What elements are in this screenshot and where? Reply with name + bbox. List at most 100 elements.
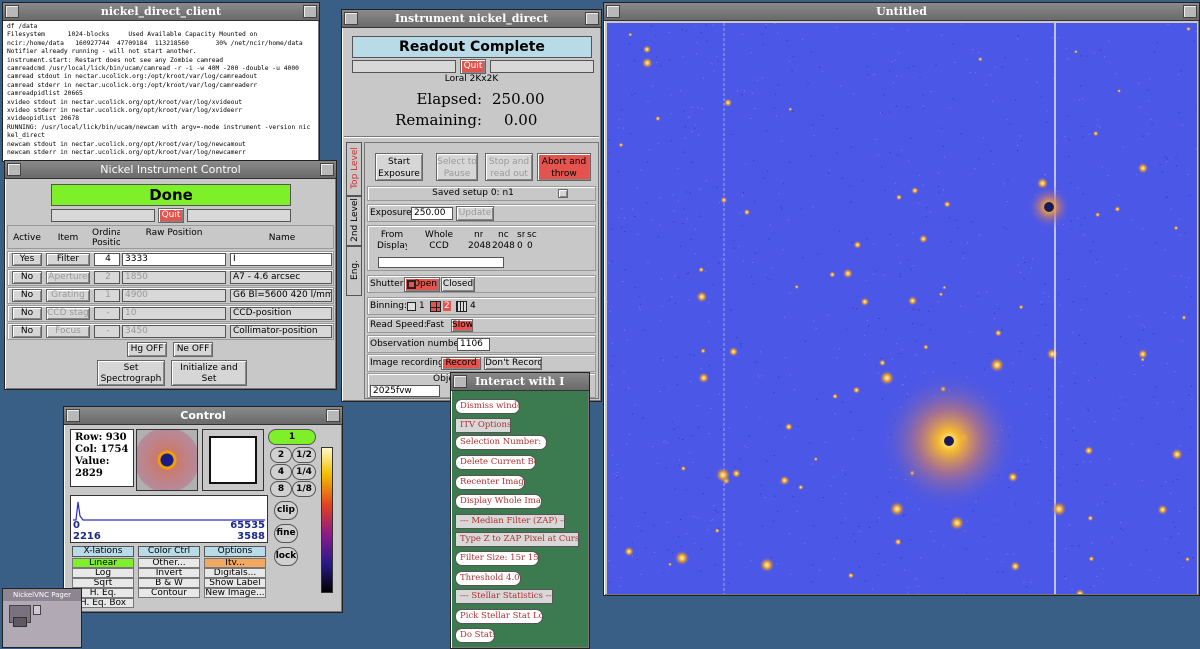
pager-window-thumb[interactable]: [13, 617, 27, 627]
ordinal-position-field[interactable]: -: [94, 325, 120, 338]
interact-titlebar[interactable]: Interact with I: [451, 373, 589, 391]
zoom-eighth-button[interactable]: 1/8: [292, 481, 316, 497]
ordinal-position-field[interactable]: -: [94, 307, 120, 320]
interact-menu-item[interactable]: Dismiss window: [455, 399, 520, 414]
terminal-titlebar[interactable]: nickel_direct_client: [3, 3, 319, 21]
zoom-preview[interactable]: [136, 429, 198, 491]
stop-and-readout-button[interactable]: Stop and read out: [485, 153, 533, 181]
options-item[interactable]: Show Label: [204, 578, 266, 588]
interact-menu-item[interactable]: Threshold 4.0: [455, 571, 521, 586]
inst-quit-button[interactable]: Quit: [460, 59, 486, 74]
interact-menu-item[interactable]: Filter Size: 15r 15c: [455, 551, 539, 566]
pan-preview[interactable]: [202, 429, 264, 491]
tab-eng[interactable]: Eng.: [346, 246, 362, 296]
active-toggle[interactable]: No: [12, 271, 42, 284]
colorctrl-item[interactable]: Other...: [138, 558, 200, 568]
object-input[interactable]: 2025fvw: [370, 385, 440, 397]
minimize-icon[interactable]: [66, 409, 80, 422]
maximize-icon[interactable]: [326, 409, 340, 422]
colorctrl-item[interactable]: B & W: [138, 578, 200, 588]
colorctrl-header[interactable]: Color Ctrl: [138, 546, 200, 557]
name-field[interactable]: Collimator-position: [230, 325, 332, 338]
name-field[interactable]: G6 Bl=5600 420 l/mm: [230, 289, 332, 302]
binning-2-icon[interactable]: [430, 301, 441, 312]
pan-box[interactable]: [209, 436, 257, 484]
ordinal-position-field[interactable]: 2: [94, 271, 120, 284]
interact-menu-item[interactable]: ITV Options: [455, 418, 511, 433]
tab-top-level[interactable]: Top Level: [346, 142, 362, 196]
interact-menu-item[interactable]: Recenter Image: [455, 475, 525, 490]
zoom-2-button[interactable]: 2: [270, 447, 292, 463]
image-titlebar[interactable]: Untitled: [604, 3, 1199, 21]
whole-ccd-button[interactable]: Whole CCD: [422, 230, 456, 254]
exposure-input[interactable]: 250.00: [411, 207, 453, 220]
zoom-1-button[interactable]: 1: [268, 429, 316, 445]
minimize-icon[interactable]: [606, 5, 620, 18]
interact-menu-item[interactable]: Type Z to ZAP Pixel at Cursor: [455, 532, 579, 547]
item-button[interactable]: Aperture: [46, 271, 90, 284]
read-fast-option[interactable]: Fast: [426, 320, 444, 330]
saved-setup-menu-button[interactable]: [558, 189, 568, 198]
minimize-icon[interactable]: [5, 5, 19, 18]
obs-number-input[interactable]: 1106: [457, 338, 490, 351]
xlations-item[interactable]: Log: [72, 568, 134, 578]
minimize-icon[interactable]: [453, 375, 467, 388]
record-button[interactable]: Record: [441, 357, 481, 370]
xlations-item[interactable]: Linear: [72, 558, 134, 568]
region-input[interactable]: [378, 257, 504, 268]
hg-off-button[interactable]: Hg OFF: [127, 342, 167, 357]
interact-menu-item[interactable]: Pick Stellar Stat Loc: [455, 609, 543, 624]
clip-button[interactable]: clip: [274, 501, 298, 520]
interact-menu-item[interactable]: --- Stellar Statistics ---: [455, 589, 553, 604]
interact-menu-item[interactable]: Display Whole Image: [455, 494, 542, 509]
select-to-pause-button[interactable]: Select to Pause: [436, 153, 478, 181]
control-titlebar[interactable]: Control: [64, 407, 342, 425]
active-toggle[interactable]: No: [12, 307, 42, 320]
abort-button[interactable]: Abort and throw away: [537, 153, 591, 181]
interact-menu-item[interactable]: Delete Current Box: [455, 455, 536, 470]
colorctrl-item[interactable]: Contour: [138, 588, 200, 598]
ordinal-position-field[interactable]: 1: [94, 289, 120, 302]
interact-menu-item[interactable]: Selection Number: 10: [455, 435, 547, 450]
raw-position-field[interactable]: 3333: [122, 253, 226, 266]
options-item[interactable]: Itv...: [204, 558, 266, 568]
fine-button[interactable]: fine: [274, 524, 298, 543]
histogram-panel[interactable]: 0 65535 2216 3588: [70, 495, 268, 543]
vnc-pager[interactable]: NickelVNC Pager: [2, 588, 82, 648]
options-header[interactable]: Options: [204, 546, 266, 557]
colorbar[interactable]: [321, 447, 333, 593]
initialize-spectrograph-button[interactable]: Initialize and Set Spectrograph: [171, 360, 247, 386]
item-button[interactable]: Grating: [46, 289, 90, 302]
maximize-icon[interactable]: [303, 5, 317, 18]
raw-position-field[interactable]: 10: [122, 307, 226, 320]
saved-setup-row[interactable]: Saved setup 0: n1: [367, 186, 596, 201]
set-spectrograph-button[interactable]: Set Spectrograph: [97, 360, 165, 386]
nic-quit-button[interactable]: Quit: [158, 208, 184, 223]
name-field[interactable]: A7 - 4.6 arcsec: [230, 271, 332, 284]
colorctrl-item[interactable]: Invert: [138, 568, 200, 578]
maximize-icon[interactable]: [1183, 5, 1197, 18]
zoom-8-button[interactable]: 8: [270, 481, 292, 497]
options-item[interactable]: Digitals...: [204, 568, 266, 578]
dont-record-button[interactable]: Don't Record: [484, 357, 542, 370]
tab-2nd-level[interactable]: 2nd Level: [346, 196, 362, 246]
read-slow-option[interactable]: Slow: [451, 319, 473, 332]
lock-button[interactable]: lock: [274, 547, 298, 566]
start-exposure-button[interactable]: Start Exposure: [375, 153, 423, 181]
from-display-button[interactable]: From Display: [377, 230, 407, 254]
binning-1-icon[interactable]: [407, 302, 416, 311]
active-toggle[interactable]: Yes: [12, 253, 42, 266]
maximize-icon[interactable]: [585, 12, 599, 25]
item-button[interactable]: Filter: [46, 253, 90, 266]
shutter-closed-button[interactable]: Closed: [441, 277, 475, 292]
zoom-quarter-button[interactable]: 1/4: [292, 464, 316, 480]
instrument-titlebar[interactable]: Instrument nickel_direct: [342, 10, 601, 28]
xlations-item[interactable]: Sqrt: [72, 578, 134, 588]
minimize-icon[interactable]: [7, 163, 21, 176]
raw-position-field[interactable]: 1850: [122, 271, 226, 284]
binning-4-icon[interactable]: [456, 301, 467, 312]
maximize-icon[interactable]: [320, 163, 334, 176]
ordinal-position-field[interactable]: 4: [94, 253, 120, 266]
minimize-icon[interactable]: [344, 12, 358, 25]
item-button[interactable]: Focus: [46, 325, 90, 338]
